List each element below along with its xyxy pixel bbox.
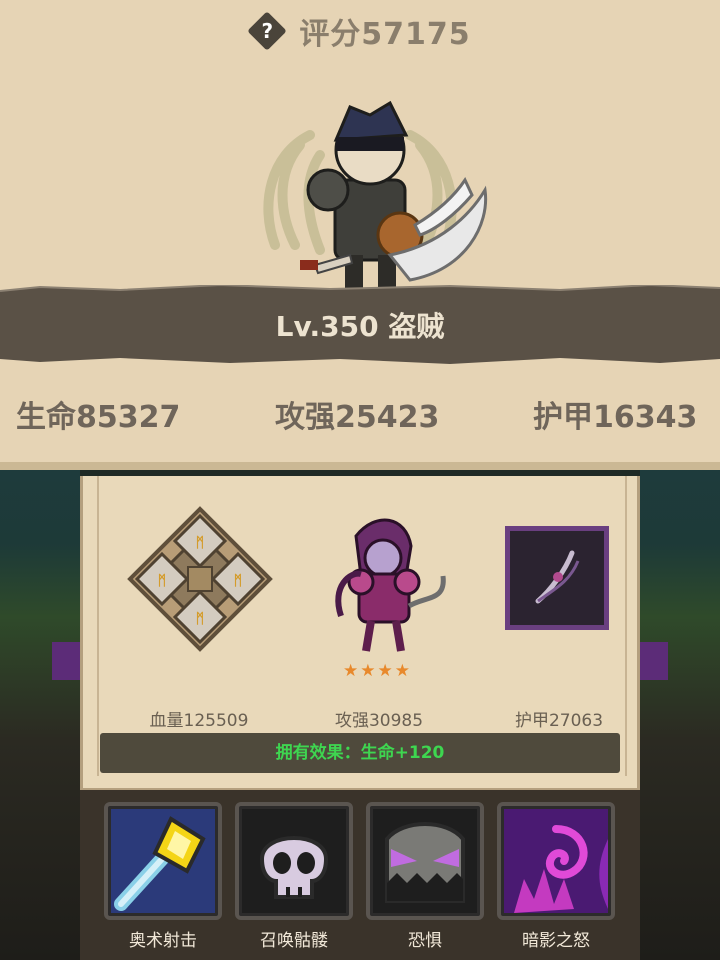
hero-portrait[interactable] [240, 95, 500, 300]
owned-effect-text: 拥有效果：生命+120 [275, 743, 445, 763]
arcane-staff-icon [111, 809, 215, 913]
background-left [0, 470, 80, 960]
score-row: ? 评分57175 [0, 8, 720, 54]
score-label: 评分57175 [299, 17, 471, 52]
svg-text:ᛗ: ᛗ [234, 573, 242, 589]
hero-stats-row: 生命85327 攻强25423 护甲16343 [0, 392, 720, 442]
star-icon: ★ [360, 661, 376, 681]
bow-item-slot[interactable] [505, 526, 609, 630]
background-decor-right [638, 642, 668, 680]
star-icon: ★ [394, 661, 410, 681]
rune-stat-label: 血量125509 [149, 711, 249, 731]
skill-slot-summon-skeleton[interactable] [235, 802, 353, 920]
equipment-card-inner: ᛗ ᛗ ᛗ ᛗ ★ ★ ★ ★ 血量125509 攻强30985 护甲27063 [97, 476, 627, 776]
armor-stat: 护甲16343 [533, 400, 698, 435]
skill-name-arcane-shot: 奥术射击 [129, 931, 197, 951]
bow-stat-label: 护甲27063 [514, 711, 604, 731]
svg-text:ᛗ: ᛗ [196, 611, 204, 627]
attack-stat: 攻强25423 [275, 400, 440, 435]
hp-stat: 生命85327 [16, 400, 181, 435]
background-decor-left [52, 642, 82, 680]
skull-icon [242, 809, 346, 913]
skill-name-shadow-fury: 暗影之怒 [522, 931, 590, 951]
svg-text:ᛗ: ᛗ [158, 573, 166, 589]
svg-text:ᛗ: ᛗ [196, 535, 204, 551]
rune-icon[interactable]: ᛗ ᛗ ᛗ ᛗ [125, 504, 275, 654]
star-icon: ★ [343, 661, 359, 681]
star-icon: ★ [377, 661, 393, 681]
panel-divider [0, 462, 720, 470]
companion-stat-label: 攻强30985 [334, 711, 424, 731]
skill-slot-fear[interactable] [366, 802, 484, 920]
hero-info-panel: ? 评分57175 Lv.350 盗贼 生命85327 攻强25423 护甲16… [0, 0, 720, 470]
background-right [640, 470, 720, 960]
skill-slot-arcane-shot[interactable] [104, 802, 222, 920]
question-diamond-icon[interactable]: ? [247, 11, 288, 51]
bow-icon [535, 550, 580, 604]
companion-stars: ★ ★ ★ ★ [343, 662, 423, 680]
skill-name-summon-skeleton: 召唤骷髅 [260, 931, 328, 951]
hero-level-label: Lv.350 盗贼 [275, 310, 445, 343]
skill-bar: 奥术射击 召唤骷髅 恐惧 暗影之怒 [80, 790, 640, 960]
fear-mask-icon [373, 809, 477, 913]
shadow-fury-icon [504, 809, 608, 913]
skill-name-fear: 恐惧 [408, 931, 442, 951]
companion-portrait[interactable] [321, 516, 451, 656]
skill-slot-shadow-fury[interactable] [497, 802, 615, 920]
